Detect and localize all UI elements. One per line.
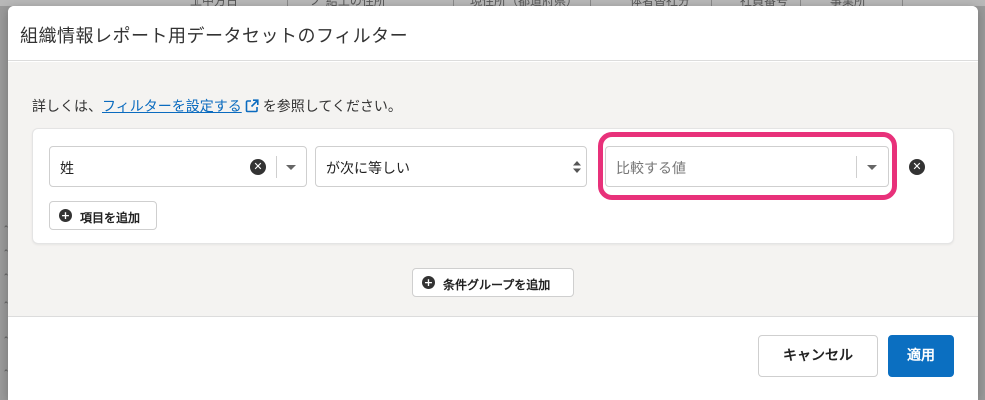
help-link[interactable]: フィルターを設定する [102, 99, 259, 115]
field-select-value: 姓 [60, 161, 74, 177]
select-separator [276, 156, 277, 178]
apply-button[interactable]: 適用 [888, 335, 954, 377]
dialog-header: 組織情報レポート用データセットのフィルター [8, 6, 978, 61]
add-item-label: 項目を追加 [80, 211, 141, 225]
dialog-title: 組織情報レポート用データセットのフィルター [20, 26, 409, 47]
dialog-body: 詳しくは、フィルターを設定する を参照してください。 姓 ✕ が次に等しい 比較す… [8, 62, 978, 316]
plus-circle-icon: + [59, 209, 72, 222]
select-separator [856, 156, 857, 178]
help-suffix: を参照してください。 [262, 99, 402, 115]
clear-field-icon[interactable]: ✕ [250, 159, 266, 175]
help-link-label: フィルターを設定する [102, 99, 242, 115]
filter-condition-card: 姓 ✕ が次に等しい 比較する値 ✕ + 項目を追加 [32, 128, 954, 244]
compare-value-select[interactable]: 比較する値 [605, 146, 889, 187]
operator-select[interactable]: が次に等しい [315, 146, 587, 187]
plus-circle-icon: + [422, 276, 435, 289]
field-select[interactable]: 姓 ✕ [49, 146, 307, 187]
compare-value-placeholder: 比較する値 [616, 161, 686, 177]
cancel-button[interactable]: キャンセル [758, 335, 878, 377]
remove-condition-icon[interactable]: ✕ [909, 159, 925, 175]
external-link-icon [245, 99, 259, 113]
sort-updown-icon [573, 161, 581, 173]
add-item-button[interactable]: + 項目を追加 [49, 201, 157, 230]
filter-dialog: 組織情報レポート用データセットのフィルター 詳しくは、フィルターを設定する を参照… [8, 6, 978, 400]
help-prefix: 詳しくは、 [32, 99, 102, 115]
chevron-down-icon[interactable] [286, 165, 296, 170]
operator-select-value: が次に等しい [326, 161, 410, 177]
chevron-down-icon[interactable] [867, 165, 877, 170]
add-condition-group-label: 条件グループを追加 [443, 278, 551, 292]
add-condition-group-button[interactable]: + 条件グループを追加 [412, 268, 574, 297]
dialog-footer: キャンセル 適用 [8, 316, 978, 400]
help-text: 詳しくは、フィルターを設定する を参照してください。 [32, 96, 402, 116]
